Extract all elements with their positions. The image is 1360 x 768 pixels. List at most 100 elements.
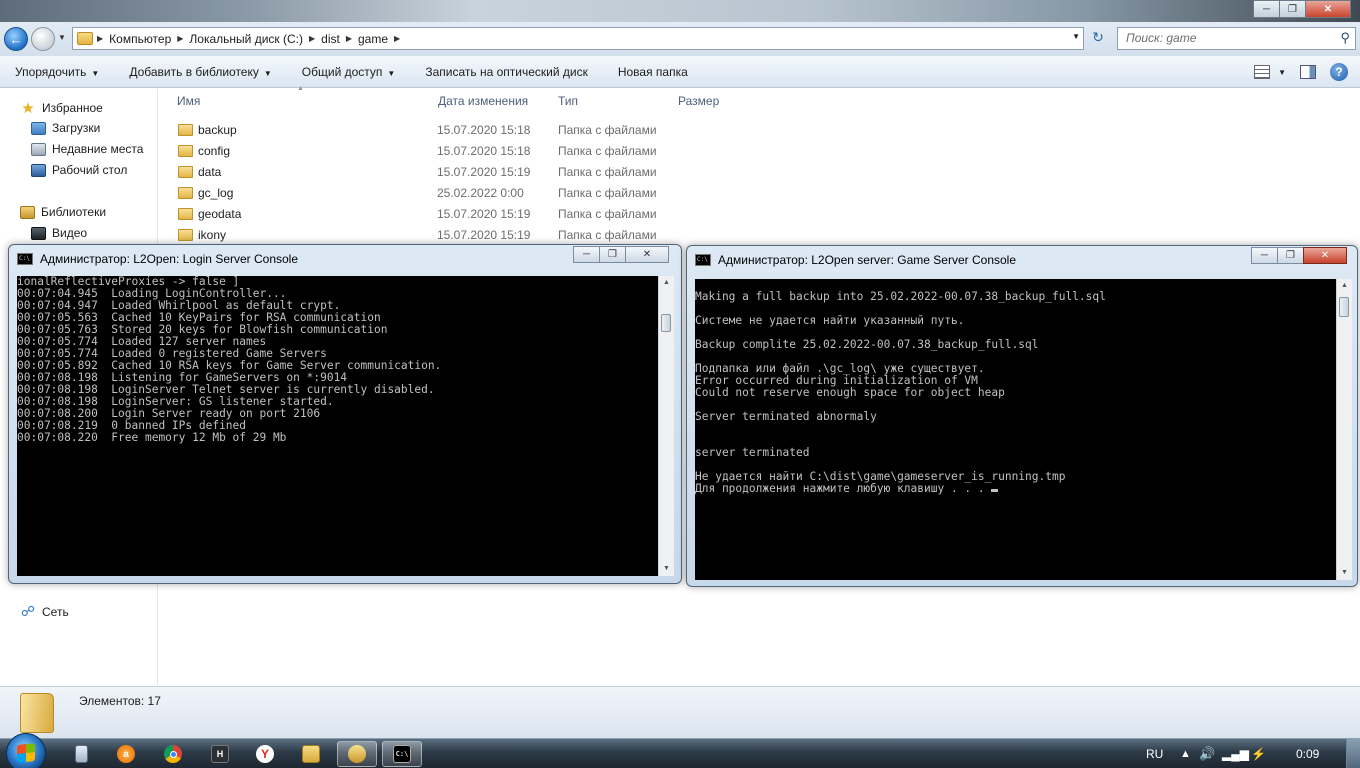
nav-recent[interactable]: Недавние места [31,142,143,156]
search-input[interactable]: Поиск: game ⚲ [1117,27,1356,50]
file-row[interactable]: backup 15.07.2020 15:18 Папка с файлами [170,119,670,140]
file-row[interactable]: geodata 15.07.2020 15:19 Папка с файлами [170,203,670,224]
downloads-icon [31,121,46,135]
file-type: Папка с файлами [558,122,657,137]
history-dropdown-icon[interactable]: ▼ [58,33,66,42]
add-to-library-button[interactable]: Добавить в библиотеку ▼ [114,65,286,79]
share-button[interactable]: Общий доступ ▼ [287,65,411,79]
column-header-size[interactable]: Размер [678,89,719,113]
login-console-titlebar[interactable]: C:\ Администратор: L2Open: Login Server … [17,252,298,266]
refresh-icon: ↻ [1092,29,1104,45]
scroll-up-icon[interactable]: ▲ [659,276,674,290]
breadcrumb-computer[interactable]: Компьютер [103,32,177,46]
nav-favorites[interactable]: ★ Избранное [20,99,103,117]
nav-downloads-label: Загрузки [52,121,101,135]
folder-icon [178,207,193,220]
close-button[interactable]: ✕ [1305,0,1351,18]
winrar-icon [348,745,366,763]
taskbar: a H Y C:\ RU ▲ 🔊 ▂▄▆ ⚡ 0:09 [0,733,1360,768]
nav-network[interactable]: ☍ Сеть [20,603,69,620]
scroll-down-icon[interactable]: ▼ [659,562,674,576]
file-row[interactable]: data 15.07.2020 15:19 Папка с файлами [170,161,670,182]
taskbar-explorer[interactable] [291,741,331,767]
taskbar-winrar[interactable] [337,741,377,767]
console-line: Backup complite 25.02.2022-00.07.38_back… [695,338,1039,351]
nav-downloads[interactable]: Загрузки [31,121,100,135]
maximize-button[interactable]: ❐ [1279,0,1306,18]
scrollbar-thumb[interactable] [1339,297,1349,317]
maximize-button[interactable]: ❐ [599,246,626,263]
taskbar-notepad[interactable] [61,741,101,767]
breadcrumb-game[interactable]: game [352,32,394,46]
show-hidden-icons-icon[interactable]: ▲ [1180,739,1191,768]
organize-button[interactable]: Упорядочить ▼ [0,65,114,79]
taskbar-app-h[interactable]: H [200,741,240,767]
game-console-output[interactable]: Making a full backup into 25.02.2022-00.… [695,279,1336,580]
language-indicator[interactable]: RU [1146,739,1163,768]
login-console-output[interactable]: ionalReflectiveProxies -> false ] 00:07:0… [17,276,658,576]
game-console-window[interactable]: C:\ Администратор: L2Open server: Game S… [686,245,1358,587]
volume-icon[interactable]: 🔊 [1199,739,1215,768]
close-button[interactable]: ✕ [625,246,669,263]
game-console-titlebar[interactable]: C:\ Администратор: L2Open server: Game S… [695,253,1016,267]
file-row[interactable]: ikony 15.07.2020 15:19 Папка с файлами [170,224,670,245]
desktop-icon [31,163,46,177]
network-signal-icon[interactable]: ▂▄▆ [1222,739,1249,768]
text-cursor [991,489,999,492]
minimize-button[interactable]: ─ [573,246,600,263]
vertical-scrollbar[interactable]: ▲ ▼ [658,276,674,576]
column-header-date[interactable]: Дата изменения [438,89,528,113]
chevron-down-icon: ▼ [1278,67,1286,77]
taskbar-cmd[interactable]: C:\ [382,741,422,767]
breadcrumb-chevron-icon[interactable]: ▶ [394,34,400,43]
minimize-button[interactable]: ─ [1253,0,1280,18]
minimize-button[interactable]: ─ [1251,247,1278,264]
search-icon[interactable]: ⚲ [1340,30,1350,46]
power-icon[interactable]: ⚡ [1251,739,1266,768]
scroll-down-icon[interactable]: ▼ [1337,566,1352,580]
address-bar[interactable]: ▶ Компьютер ▶ Локальный диск (C:) ▶ dist… [72,27,1084,50]
change-view-button[interactable]: ▼ [1254,65,1286,79]
column-header-name[interactable]: Имя [177,89,200,113]
breadcrumb-drive-c[interactable]: Локальный диск (C:) [183,32,309,46]
taskbar-avast[interactable]: a [106,741,146,767]
folder-icon [178,123,193,136]
explorer-titlebar[interactable]: ─ ❐ ✕ [0,0,1360,22]
burn-button[interactable]: Записать на оптический диск [410,65,603,79]
breadcrumb-dist[interactable]: dist [315,32,346,46]
taskbar-yandex[interactable]: Y [245,741,285,767]
yandex-icon: Y [256,745,274,763]
column-header-type[interactable]: Тип [558,89,578,113]
preview-pane-icon[interactable] [1300,65,1316,79]
file-row[interactable]: config 15.07.2020 15:18 Папка с файлами [170,140,670,161]
login-console-window[interactable]: C:\ Администратор: L2Open: Login Server … [8,244,682,584]
show-desktop-button[interactable] [1346,739,1360,768]
file-row[interactable]: gc_log 25.02.2022 0:00 Папка с файлами [170,182,670,203]
nav-desktop[interactable]: Рабочий стол [31,163,127,177]
chevron-down-icon: ▼ [387,68,396,78]
folder-icon [77,32,93,45]
back-button[interactable]: ← [4,27,28,51]
nav-libraries[interactable]: Библиотеки [20,205,106,219]
refresh-button[interactable]: ↻ [1088,29,1108,49]
new-folder-button[interactable]: Новая папка [603,65,703,79]
scroll-up-icon[interactable]: ▲ [1337,279,1352,293]
file-date: 15.07.2020 15:19 [437,206,531,221]
clock[interactable]: 0:09 [1296,739,1319,768]
file-type: Папка с файлами [558,206,657,221]
console-line: Making a full backup into 25.02.2022-00.… [695,290,1106,303]
forward-button[interactable] [31,27,55,51]
burn-label: Записать на оптический диск [425,64,588,79]
close-button[interactable]: ✕ [1303,247,1347,264]
taskbar-chrome[interactable] [153,741,193,767]
start-button[interactable] [6,733,46,768]
maximize-button[interactable]: ❐ [1277,247,1304,264]
scrollbar-thumb[interactable] [661,314,671,332]
file-name: gc_log [198,185,234,200]
file-date: 25.02.2022 0:00 [437,185,524,200]
address-dropdown-icon[interactable]: ▼ [1072,32,1080,41]
help-icon[interactable]: ? [1330,63,1348,81]
nav-video[interactable]: Видео [31,226,87,240]
vertical-scrollbar[interactable]: ▲ ▼ [1336,279,1352,580]
